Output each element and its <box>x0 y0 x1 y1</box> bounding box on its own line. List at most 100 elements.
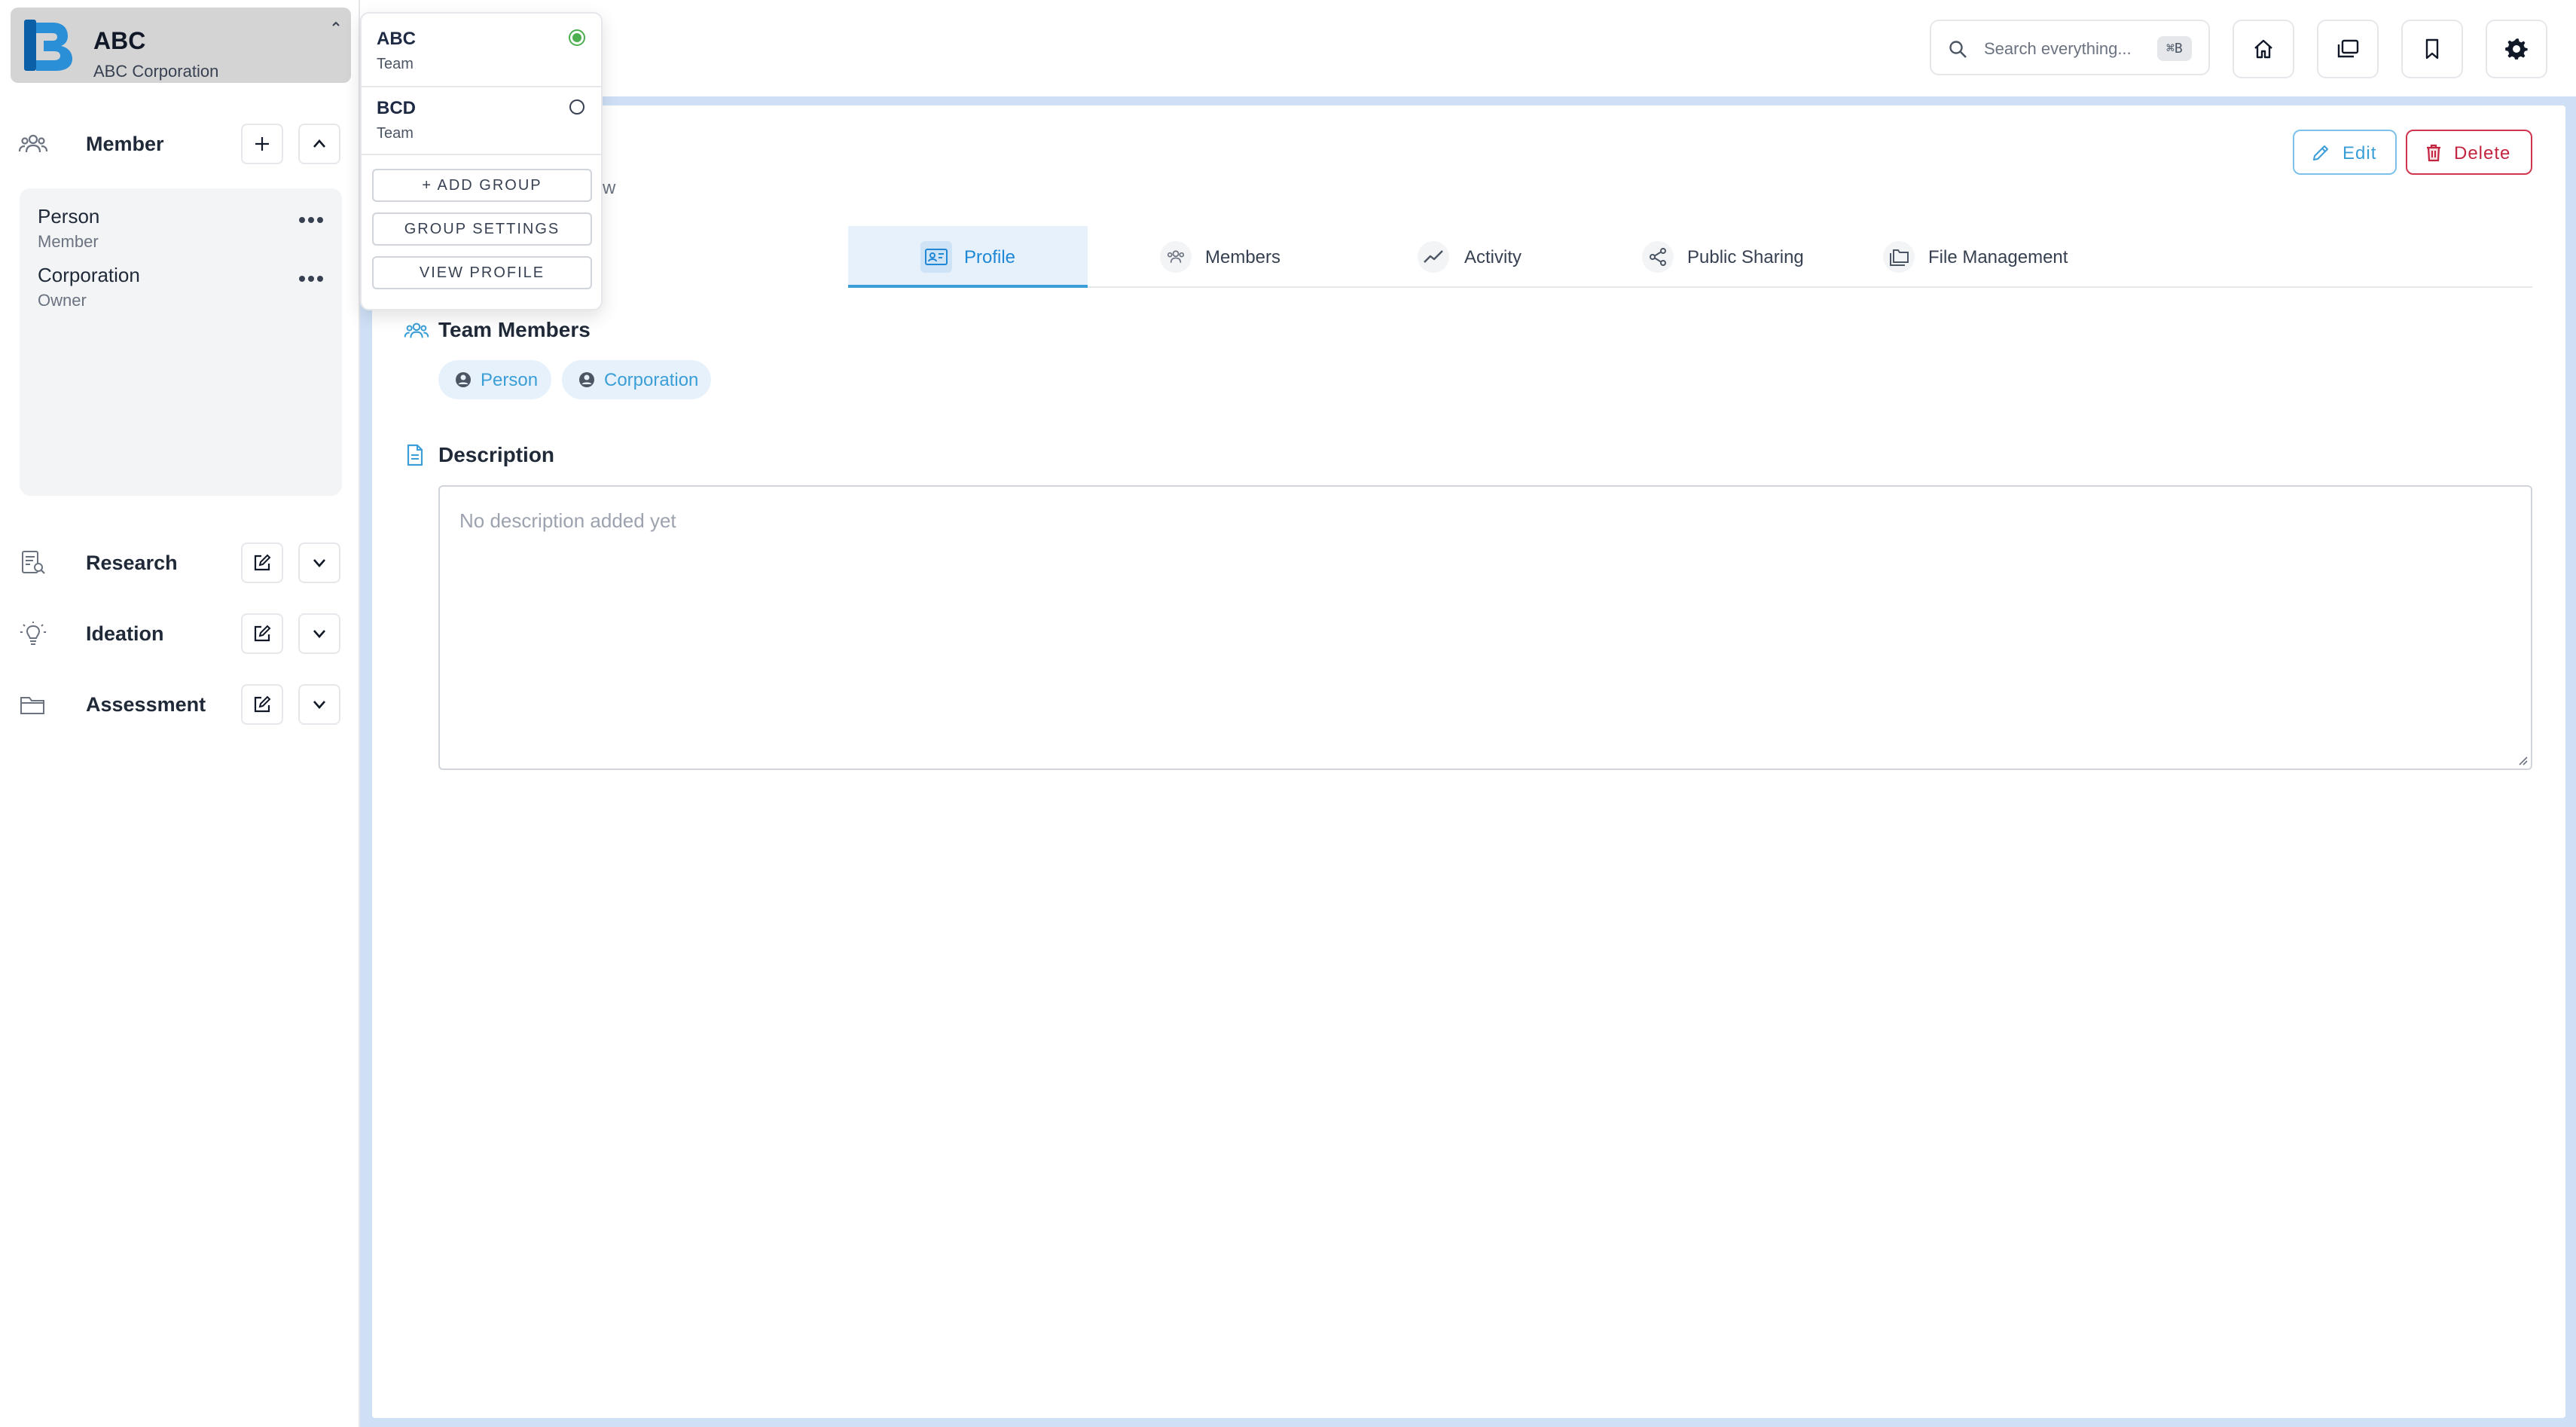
assessment-section-header[interactable]: Assessment <box>0 681 360 726</box>
folder-icon <box>18 692 48 717</box>
org-name: ABC <box>93 27 146 54</box>
chip-label: Corporation <box>604 370 699 390</box>
people-icon <box>18 131 48 157</box>
ideation-section-header[interactable]: Ideation <box>0 610 360 655</box>
radio-unselected-icon[interactable] <box>568 98 586 116</box>
profile-card-icon <box>920 241 952 273</box>
bookmark-icon <box>2425 38 2439 60</box>
tab-label: Public Sharing <box>1687 247 1804 267</box>
chevron-down-icon <box>313 701 325 709</box>
edit-square-icon <box>254 625 271 642</box>
expand-ideation-button[interactable] <box>298 613 340 654</box>
ideation-section-label: Ideation <box>86 622 164 645</box>
assessment-section-label: Assessment <box>86 693 206 716</box>
chevron-up-icon <box>313 139 325 148</box>
caret-up-icon <box>330 18 342 30</box>
lightbulb-icon <box>18 621 48 646</box>
group-option-abc[interactable]: ABC Team <box>362 14 601 81</box>
description-placeholder: No description added yet <box>459 509 676 532</box>
view-profile-button[interactable]: VIEW PROFILE <box>372 256 592 289</box>
member-section-header: Member <box>0 121 360 166</box>
group-type: Team <box>377 125 414 142</box>
edit-square-icon <box>254 695 271 713</box>
list-item[interactable]: Person Member <box>38 205 331 253</box>
member-chip[interactable]: Corporation <box>562 360 711 399</box>
group-name: BCD <box>377 98 416 118</box>
edit-ideation-button[interactable] <box>241 613 283 654</box>
org-switcher[interactable]: ABC ABC Corporation <box>11 8 351 83</box>
tab-members[interactable]: Members <box>1157 226 1293 288</box>
member-list: Person Member Corporation Owner <box>20 188 342 496</box>
expand-assessment-button[interactable] <box>298 684 340 725</box>
collections-icon <box>2337 39 2359 58</box>
group-option-bcd[interactable]: BCD Team <box>362 83 601 151</box>
add-group-button[interactable]: + ADD GROUP <box>372 169 592 202</box>
settings-button[interactable] <box>2486 20 2547 78</box>
research-section-label: Research <box>86 552 178 574</box>
org-logo <box>21 18 77 72</box>
divider <box>362 154 601 155</box>
tab-activity[interactable]: Activity <box>1418 226 1538 288</box>
home-icon <box>2254 39 2272 59</box>
edit-assessment-button[interactable] <box>241 684 283 725</box>
chevron-down-icon <box>313 559 325 567</box>
edit-label: Edit <box>2343 143 2377 163</box>
resize-handle-icon[interactable] <box>2516 753 2528 765</box>
tab-label: File Management <box>1928 247 2068 267</box>
research-section-header[interactable]: Research <box>0 539 360 585</box>
group-settings-button[interactable]: GROUP SETTINGS <box>372 212 592 246</box>
search-placeholder: Search everything... <box>1984 39 2132 58</box>
org-subtitle: ABC Corporation <box>93 62 219 81</box>
edit-research-button[interactable] <box>241 542 283 583</box>
sidebar: ABC ABC Corporation Member Person Member… <box>0 0 360 1427</box>
collections-button[interactable] <box>2317 20 2379 78</box>
document-icon <box>404 443 429 469</box>
chip-label: Person <box>481 370 539 390</box>
more-options-icon[interactable] <box>298 215 324 225</box>
plus-icon <box>255 137 269 151</box>
team-members-title: Team Members <box>438 318 591 341</box>
page-subtitle: w <box>603 178 616 198</box>
group-switcher-dropdown: ABC Team BCD Team + ADD GROUP GROUP SETT… <box>360 12 603 310</box>
bookmark-button[interactable] <box>2401 20 2463 78</box>
account-circle-icon <box>578 371 595 388</box>
tab-profile[interactable]: Profile <box>848 226 1088 288</box>
expand-research-button[interactable] <box>298 542 340 583</box>
plus-icon: + <box>422 177 438 194</box>
tab-label: Members <box>1205 247 1281 267</box>
more-options-icon[interactable] <box>298 274 324 283</box>
delete-button[interactable]: Delete <box>2406 130 2532 175</box>
delete-label: Delete <box>2454 143 2511 163</box>
research-icon <box>18 550 48 576</box>
description-textarea[interactable]: No description added yet <box>438 485 2532 770</box>
tab-file-management[interactable]: File Management <box>1883 226 2071 288</box>
member-chip[interactable]: Person <box>438 360 551 399</box>
search-input[interactable]: Search everything... ⌘B <box>1930 20 2210 75</box>
gear-icon <box>2505 38 2528 60</box>
search-shortcut-badge: ⌘B <box>2157 36 2192 61</box>
edit-square-icon <box>254 554 271 571</box>
radio-selected-icon[interactable] <box>568 29 586 47</box>
add-group-label: ADD GROUP <box>437 177 542 194</box>
tab-public-sharing[interactable]: Public Sharing <box>1642 226 1815 288</box>
group-type: Team <box>377 56 414 72</box>
folders-icon <box>1883 241 1915 273</box>
chevron-down-icon <box>313 630 325 638</box>
member-role: Owner <box>38 291 87 310</box>
tab-label: Profile <box>964 247 1016 267</box>
collapse-member-button[interactable] <box>298 124 340 164</box>
trending-up-icon <box>1418 241 1449 273</box>
description-title: Description <box>438 443 555 466</box>
member-name: Person <box>38 205 100 228</box>
member-name: Corporation <box>38 264 140 286</box>
trash-icon <box>2424 143 2443 163</box>
add-member-button[interactable] <box>241 124 283 164</box>
people-icon <box>1160 241 1192 273</box>
home-button[interactable] <box>2233 20 2294 78</box>
share-icon <box>1642 241 1674 273</box>
list-item[interactable]: Corporation Owner <box>38 264 331 312</box>
group-name: ABC <box>377 29 416 49</box>
edit-button[interactable]: Edit <box>2293 130 2397 175</box>
member-section-label: Member <box>86 133 164 155</box>
pencil-icon <box>2311 143 2330 163</box>
